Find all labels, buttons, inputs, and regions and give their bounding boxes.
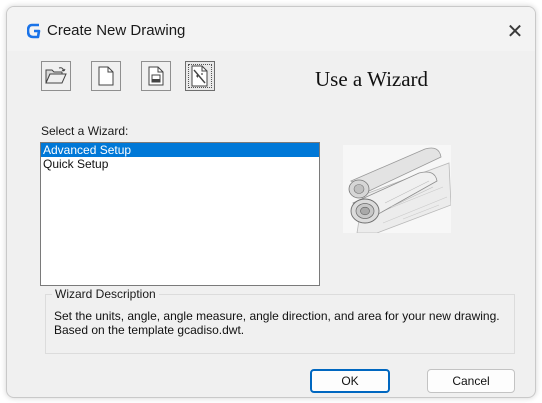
wizard-description-legend: Wizard Description [52, 287, 159, 301]
create-new-drawing-dialog: Create New Drawing ✕ Use a Wizard Select… [6, 6, 536, 398]
dialog-title: Create New Drawing [47, 22, 186, 39]
wizard-page-icon [191, 65, 208, 87]
title-bar: Create New Drawing ✕ [7, 7, 535, 51]
close-button[interactable]: ✕ [503, 19, 527, 43]
template-page-icon [148, 66, 164, 86]
rolled-blueprints-image [343, 145, 451, 233]
wizard-description-text: Set the units, angle, angle measure, ang… [54, 309, 500, 337]
use-wizard-button[interactable] [185, 61, 215, 91]
folder-open-icon [45, 67, 67, 84]
list-item-quick-setup[interactable]: Quick Setup [41, 157, 319, 171]
use-template-button[interactable] [141, 61, 171, 91]
start-from-scratch-button[interactable] [91, 61, 121, 91]
cancel-button[interactable]: Cancel [427, 369, 515, 393]
wizard-description-group: Wizard Description Set the units, angle,… [45, 287, 515, 354]
open-drawing-button[interactable] [41, 61, 71, 91]
ok-button[interactable]: OK [310, 369, 390, 393]
list-item-advanced-setup[interactable]: Advanced Setup [41, 143, 319, 157]
wizard-heading: Use a Wizard [315, 67, 429, 91]
select-wizard-label: Select a Wizard: [41, 124, 129, 138]
blank-page-icon [98, 66, 114, 86]
app-logo-icon [27, 23, 41, 39]
wizard-listbox[interactable]: Advanced Setup Quick Setup [40, 142, 320, 286]
